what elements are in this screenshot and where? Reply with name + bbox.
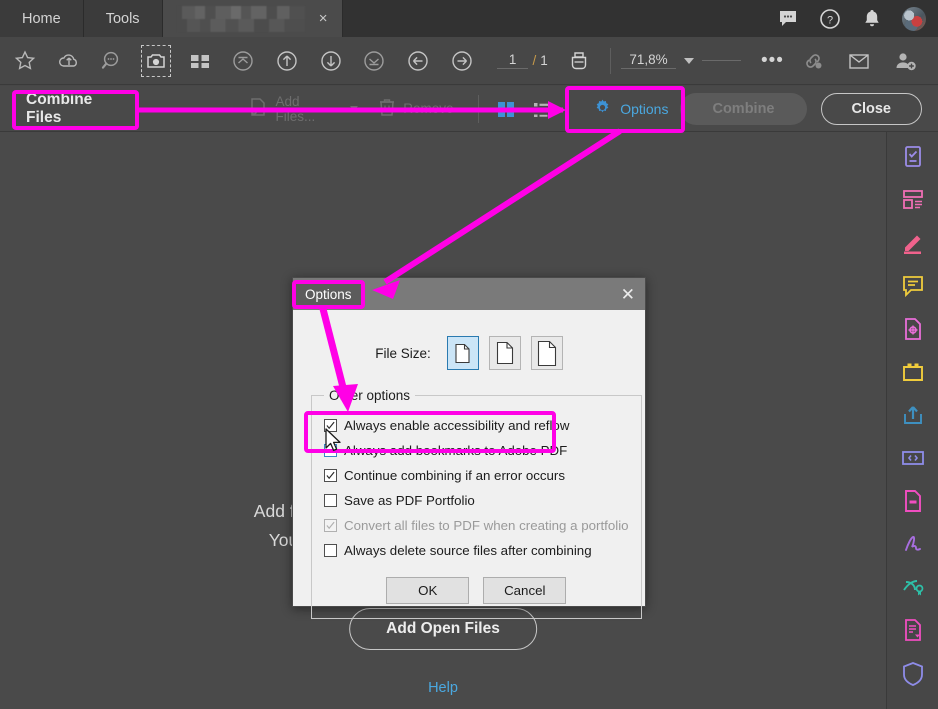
file-size-row: File Size:: [311, 336, 627, 370]
next-page-icon[interactable]: [314, 43, 348, 79]
ok-button[interactable]: OK: [386, 577, 470, 604]
menu-home-label: Home: [22, 10, 61, 27]
close-button[interactable]: Close: [820, 92, 922, 125]
help-circle-icon[interactable]: ?: [818, 7, 842, 31]
other-options-legend: Other options: [329, 388, 411, 403]
sidebar-item-comment[interactable]: [898, 271, 928, 301]
sidebar-item-share[interactable]: [898, 400, 928, 430]
chevron-down-icon[interactable]: [683, 57, 694, 64]
toolbar-divider: [610, 47, 612, 74]
svg-text:?: ?: [827, 14, 833, 26]
combine-button[interactable]: Combine: [680, 92, 807, 125]
compare-files-icon[interactable]: [183, 43, 217, 79]
annotation-box-add-bookmarks: [304, 411, 556, 453]
zoom-level-input[interactable]: 71,8%: [621, 52, 676, 69]
file-size-largest[interactable]: [530, 336, 563, 370]
options-dialog-buttons: OK Cancel: [324, 577, 629, 604]
close-icon[interactable]: ✕: [621, 286, 635, 303]
menu-bar: Home Tools × ?: [0, 0, 938, 37]
sidebar-item-redact[interactable]: [898, 314, 928, 344]
menu-tools[interactable]: Tools: [83, 0, 163, 37]
sidebar-item-action-wizard[interactable]: [898, 443, 928, 473]
document-tab-title-blurred: [176, 5, 305, 32]
cancel-button[interactable]: Cancel: [483, 577, 567, 604]
acrobat-window: Home Tools × ? 1 / 1 71,8% ••• Combine F…: [0, 0, 938, 709]
forward-arrow-icon[interactable]: [445, 43, 479, 79]
trash-icon: [378, 97, 396, 120]
checkbox-save-as-portfolio-box[interactable]: [324, 494, 337, 507]
checkbox-delete-source-files[interactable]: Always delete source files after combini…: [324, 538, 629, 563]
add-files-button[interactable]: Add Files...: [248, 93, 359, 124]
checkbox-continue-on-error[interactable]: Continue combining if an error occurs: [324, 463, 629, 488]
grid-view-icon[interactable]: [493, 95, 520, 123]
email-icon[interactable]: [841, 43, 877, 79]
annotation-box-combine-files: [12, 90, 139, 130]
combine-bar-actions: Combine Close: [680, 92, 938, 125]
page-number-input[interactable]: 1: [496, 52, 529, 69]
file-size-label: File Size:: [375, 345, 431, 361]
help-link[interactable]: Help: [0, 680, 886, 696]
sidebar-item-shield[interactable]: [898, 658, 928, 688]
bell-icon[interactable]: [860, 7, 884, 31]
document-tab[interactable]: ×: [162, 0, 343, 37]
combine-bar-divider: [477, 94, 479, 123]
sidebar-item-certificates[interactable]: [898, 572, 928, 602]
last-page-icon[interactable]: [358, 43, 392, 79]
menu-bar-spacer: [343, 0, 776, 37]
checkbox-continue-on-error-box[interactable]: [324, 469, 337, 482]
previous-page-icon[interactable]: [270, 43, 304, 79]
combine-files-toolbar: Combine Files Add Files... Remove Option…: [0, 86, 938, 132]
annotation-tag-options: Options: [292, 280, 365, 309]
remove-button[interactable]: Remove: [378, 97, 454, 120]
file-size-default[interactable]: [488, 336, 521, 370]
add-person-icon[interactable]: [887, 43, 923, 79]
chevron-down-icon[interactable]: [350, 106, 359, 111]
sidebar-item-edit-pdf[interactable]: [898, 228, 928, 258]
checkbox-continue-on-error-label: Continue combining if an error occurs: [344, 468, 565, 483]
annotation-box-options-button: [565, 86, 685, 133]
sidebar-item-compress-pdf[interactable]: [898, 486, 928, 516]
checkbox-delete-source-files-label: Always delete source files after combini…: [344, 543, 592, 558]
options-dialog-body: File Size: Other options Always enable a…: [293, 310, 645, 619]
close-icon[interactable]: ×: [315, 9, 332, 28]
checkbox-delete-source-files-box[interactable]: [324, 544, 337, 557]
avatar[interactable]: [902, 6, 926, 31]
list-view-icon[interactable]: [528, 95, 555, 123]
sidebar-item-fill-sign[interactable]: [898, 529, 928, 559]
more-options-button[interactable]: •••: [755, 50, 790, 72]
menu-bar-right-icons: ?: [776, 0, 938, 37]
sidebar-item-prepare-form[interactable]: [898, 142, 928, 172]
add-files-label: Add Files...: [275, 93, 316, 124]
snapshot-camera-icon[interactable]: [139, 43, 173, 79]
tools-sidebar: [886, 132, 938, 709]
first-page-icon[interactable]: [226, 43, 260, 79]
page-separator: /: [532, 53, 537, 68]
sidebar-item-organize-pages[interactable]: [898, 185, 928, 215]
menu-tools-label: Tools: [105, 10, 140, 27]
checkbox-save-as-portfolio-label: Save as PDF Portfolio: [344, 493, 475, 508]
cloud-upload-icon[interactable]: [52, 43, 86, 79]
remove-label: Remove: [403, 101, 454, 116]
print-icon[interactable]: [562, 43, 596, 79]
add-files-icon: [248, 97, 268, 120]
search-icon[interactable]: [95, 43, 129, 79]
link-share-icon[interactable]: [795, 43, 831, 79]
sidebar-item-combine-files[interactable]: [898, 357, 928, 387]
checkbox-convert-all-files-box: [324, 519, 337, 532]
checkbox-convert-all-files-label: Convert all files to PDF when creating a…: [344, 518, 629, 533]
file-size-smallest[interactable]: [446, 336, 479, 370]
page-total-label: 1: [540, 53, 548, 68]
comment-bubble-icon[interactable]: [776, 7, 800, 31]
star-icon[interactable]: [8, 43, 42, 79]
checkbox-save-as-portfolio[interactable]: Save as PDF Portfolio: [324, 488, 629, 513]
main-toolbar: 1 / 1 71,8% •••: [0, 37, 938, 85]
checkbox-convert-all-files: Convert all files to PDF when creating a…: [324, 513, 629, 538]
zoom-underline: [701, 60, 741, 61]
back-arrow-icon[interactable]: [401, 43, 435, 79]
menu-home[interactable]: Home: [0, 0, 84, 37]
sidebar-item-protect[interactable]: [898, 615, 928, 645]
